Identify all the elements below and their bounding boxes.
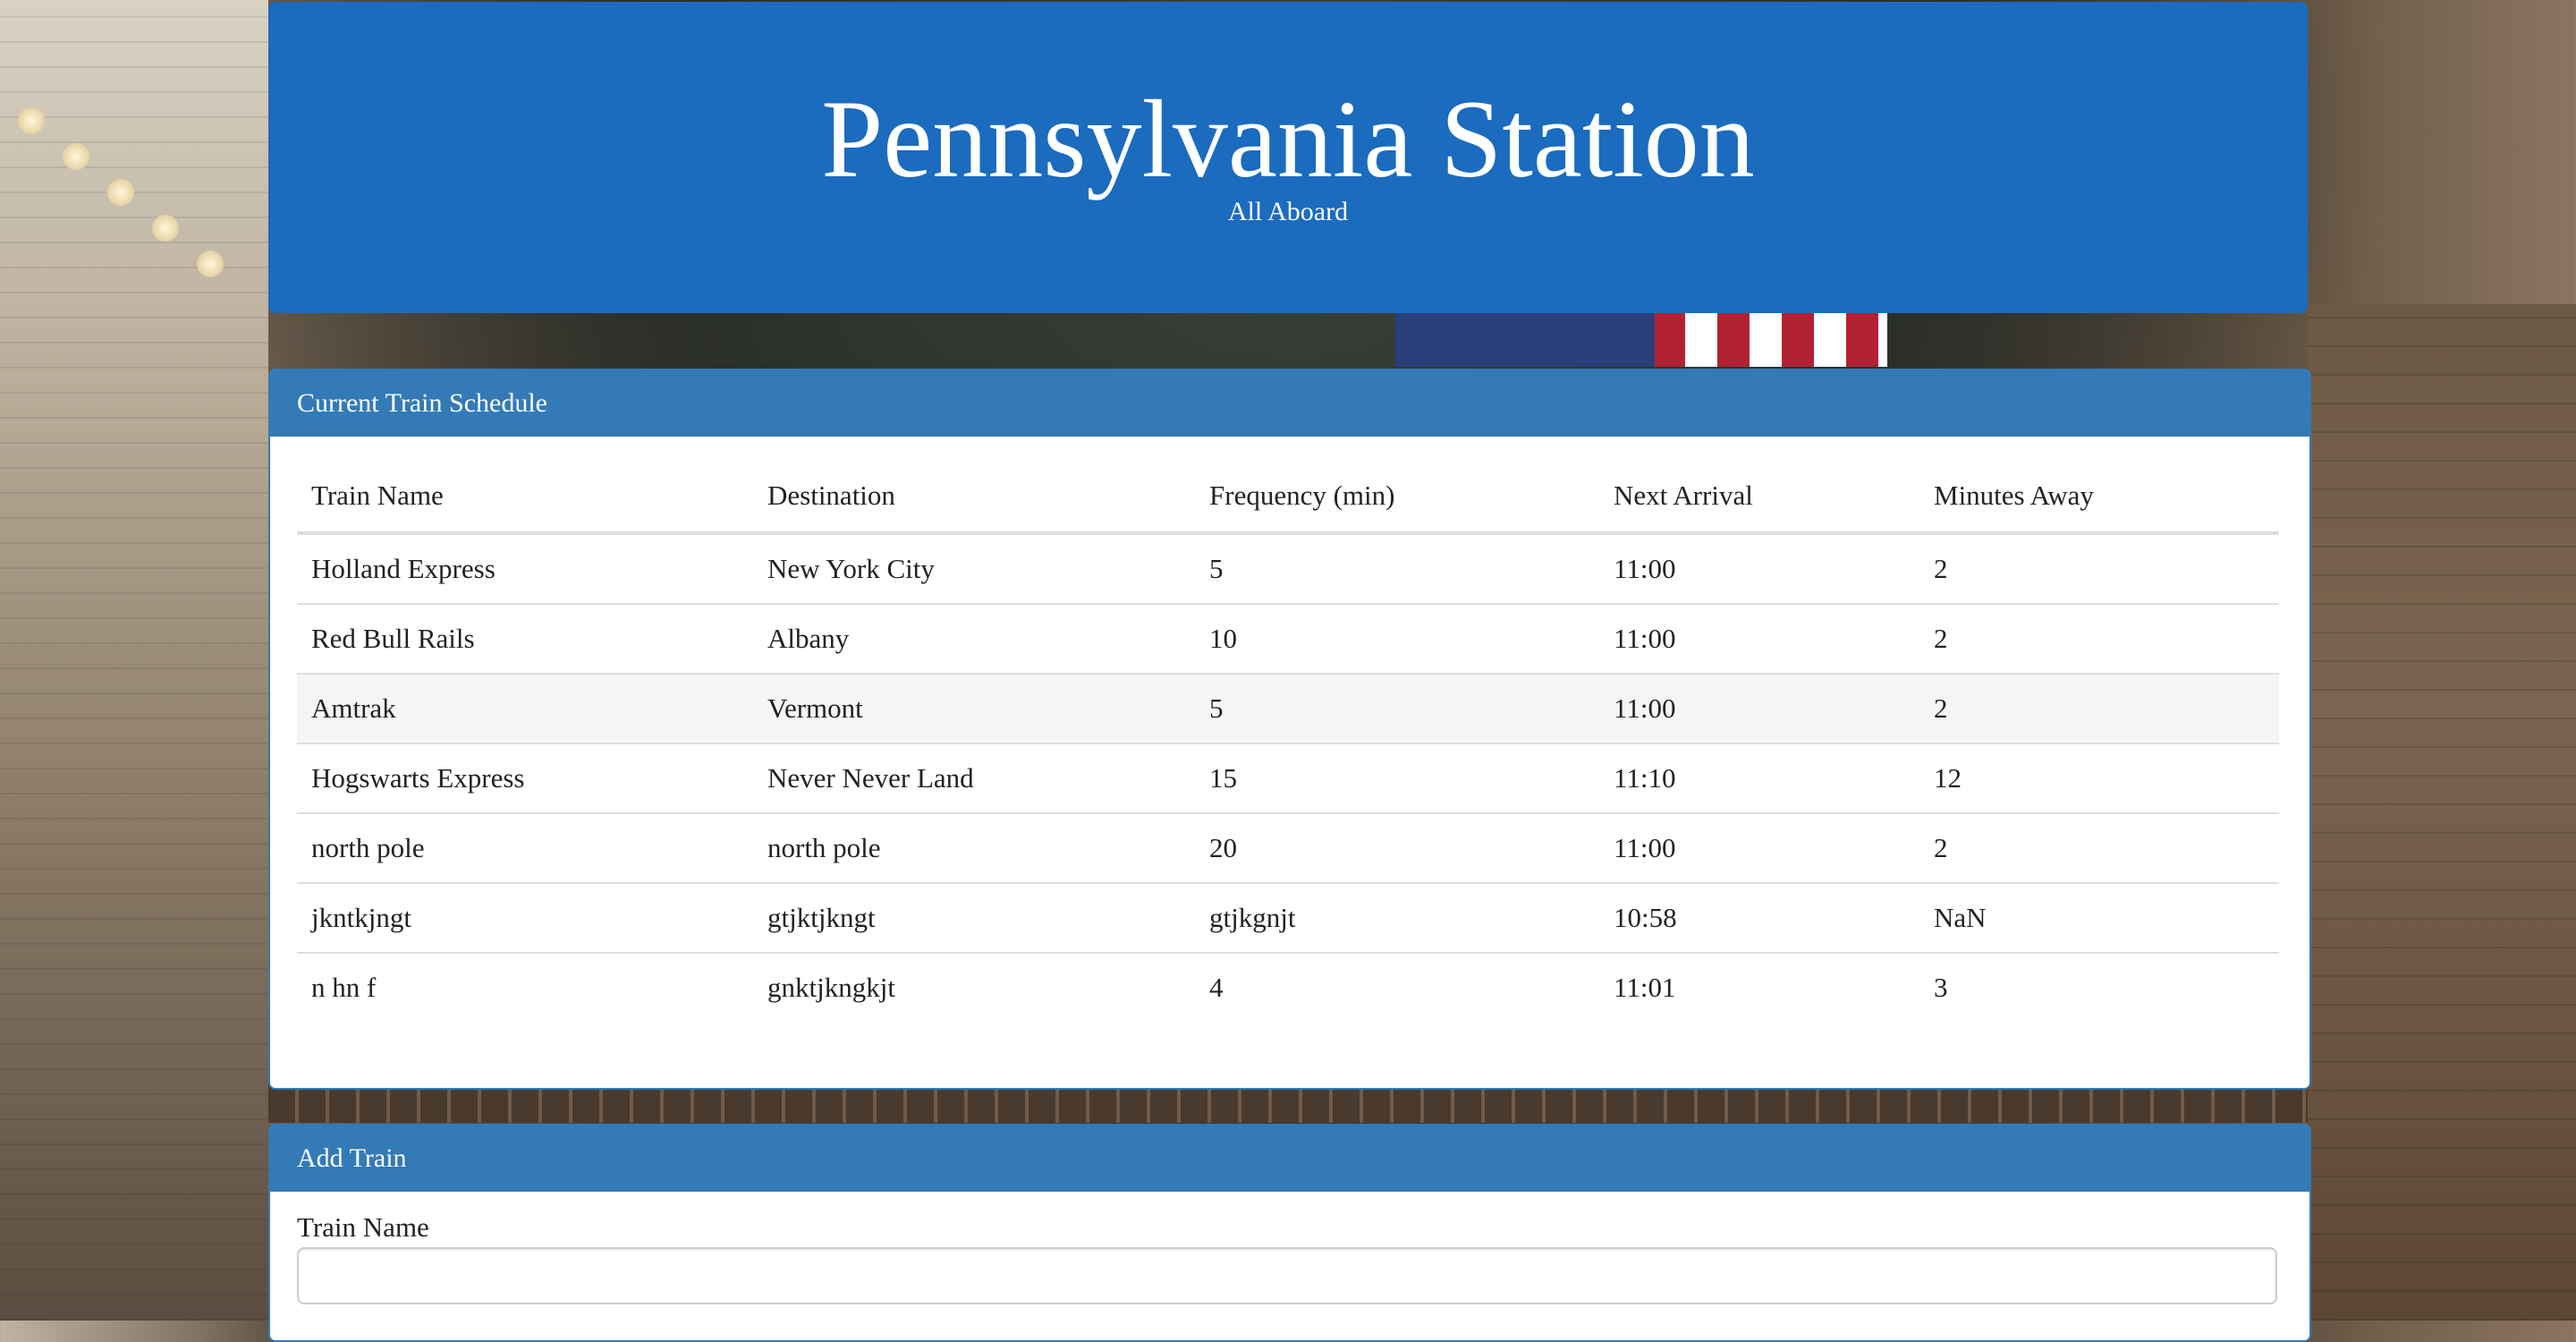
cell-next-arrival: 11:00 (1599, 532, 1919, 604)
cell-destination: gtjktjkngt (753, 882, 1195, 953)
background-architecture-right (2308, 304, 2576, 1321)
cell-next-arrival: 11:01 (1599, 952, 1919, 1022)
cell-train-name: jkntkjngt (297, 882, 753, 953)
table-row: jkntkjngt gtjktjkngt gtjkgnjt 10:58 NaN (297, 882, 2279, 953)
cell-train-name: Hogswarts Express (297, 743, 753, 813)
cell-train-name: Holland Express (297, 532, 753, 604)
cell-train-name: Red Bull Rails (297, 603, 753, 674)
column-header-train-name: Train Name (297, 460, 753, 535)
add-train-panel: Add Train Train Name (268, 1124, 2311, 1342)
cell-minutes-away: 3 (1919, 952, 2279, 1022)
cell-frequency: 5 (1195, 532, 1599, 604)
table-row: n hn f gnktjkngkjt 4 11:01 3 (297, 952, 2279, 1022)
schedule-table: Train Name Destination Frequency (min) N… (297, 460, 2279, 1022)
cell-frequency: gtjkgnjt (1195, 882, 1599, 953)
cell-train-name: n hn f (297, 952, 753, 1022)
cell-destination: north pole (753, 812, 1195, 883)
cell-destination: Never Never Land (753, 743, 1195, 813)
table-row: Red Bull Rails Albany 10 11:00 2 (297, 603, 2279, 674)
cell-frequency: 20 (1195, 812, 1599, 883)
column-header-next-arrival: Next Arrival (1599, 460, 1919, 535)
cell-train-name: north pole (297, 812, 753, 883)
cell-next-arrival: 10:58 (1599, 882, 1919, 953)
cell-destination: New York City (753, 532, 1195, 604)
table-row: Amtrak Vermont 5 11:00 2 (297, 673, 2279, 743)
cell-destination: Albany (753, 603, 1195, 674)
cell-next-arrival: 11:00 (1599, 673, 1919, 743)
column-header-minutes-away: Minutes Away (1919, 460, 2279, 535)
column-header-destination: Destination (753, 460, 1195, 535)
header-jumbotron: Pennsylvania Station All Aboard (268, 2, 2308, 313)
cell-frequency: 4 (1195, 952, 1599, 1022)
page-subtitle: All Aboard (1227, 197, 1349, 226)
cell-minutes-away: 2 (1919, 812, 2279, 883)
column-header-frequency: Frequency (min) (1195, 460, 1599, 535)
table-row: Hogswarts Express Never Never Land 15 11… (297, 743, 2279, 813)
cell-frequency: 10 (1195, 603, 1599, 674)
train-name-label: Train Name (297, 1211, 429, 1243)
cell-minutes-away: 2 (1919, 603, 2279, 674)
add-train-panel-heading: Add Train (270, 1125, 2309, 1192)
table-header-row: Train Name Destination Frequency (min) N… (297, 460, 2279, 535)
table-row: north pole north pole 20 11:00 2 (297, 812, 2279, 883)
background-flag (1395, 304, 1887, 367)
cell-destination: Vermont (753, 673, 1195, 743)
schedule-panel-heading: Current Train Schedule (270, 370, 2309, 437)
cell-frequency: 5 (1195, 673, 1599, 743)
cell-minutes-away: 2 (1919, 673, 2279, 743)
train-name-input[interactable] (297, 1247, 2277, 1304)
cell-minutes-away: 2 (1919, 532, 2279, 604)
table-row: Holland Express New York City 5 11:00 2 (297, 532, 2279, 604)
cell-train-name: Amtrak (297, 673, 753, 743)
schedule-panel: Current Train Schedule Train Name Destin… (268, 369, 2311, 1090)
cell-frequency: 15 (1195, 743, 1599, 813)
background-architecture-left (0, 0, 268, 1321)
page-title: Pennsylvania Station (821, 78, 1755, 200)
cell-minutes-away: NaN (1919, 882, 2279, 953)
cell-minutes-away: 12 (1919, 743, 2279, 813)
cell-next-arrival: 11:10 (1599, 743, 1919, 813)
cell-next-arrival: 11:00 (1599, 812, 1919, 883)
cell-destination: gnktjkngkjt (753, 952, 1195, 1022)
cell-next-arrival: 11:00 (1599, 603, 1919, 674)
